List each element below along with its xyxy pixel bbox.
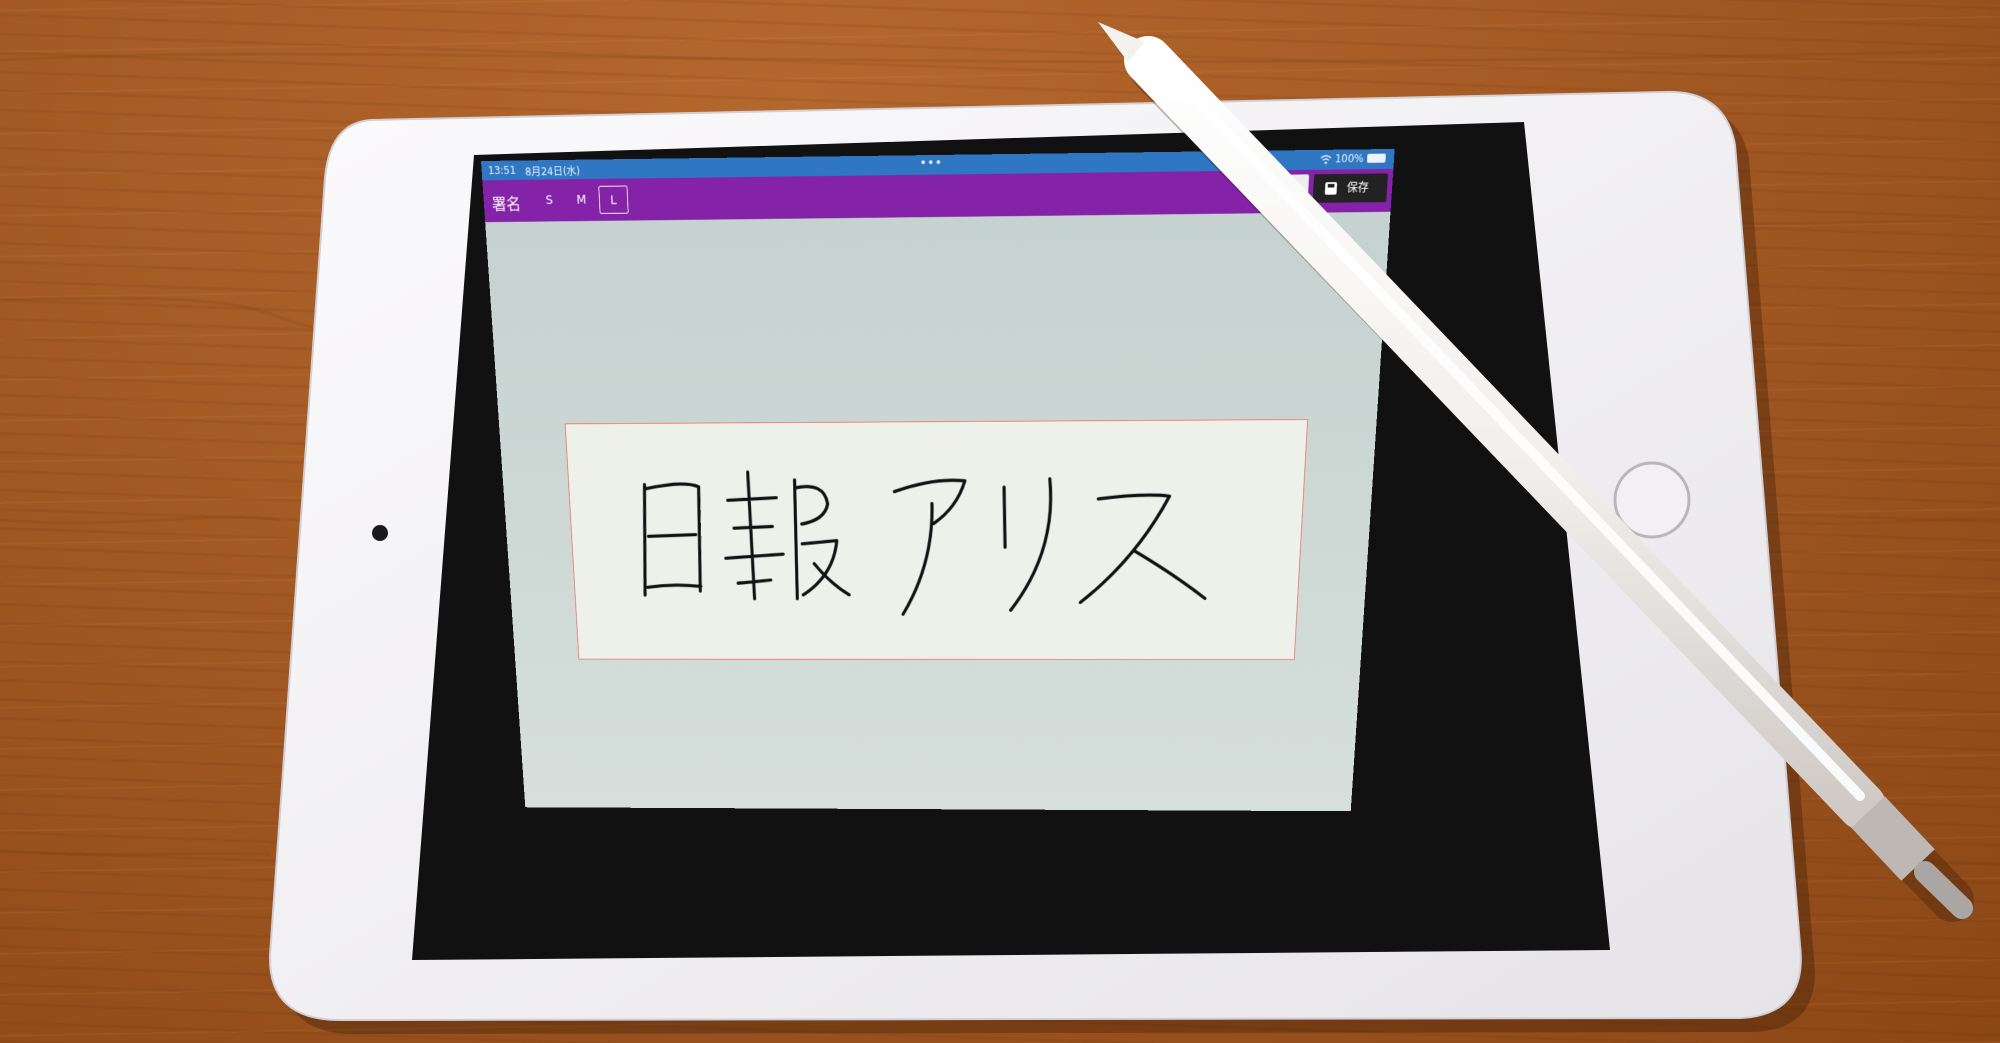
pencil-cap-band — [1851, 796, 1935, 881]
pencil-highlight — [1145, 47, 1865, 801]
apple-pencil — [1098, 22, 1974, 922]
pencil-body — [1124, 36, 1886, 830]
